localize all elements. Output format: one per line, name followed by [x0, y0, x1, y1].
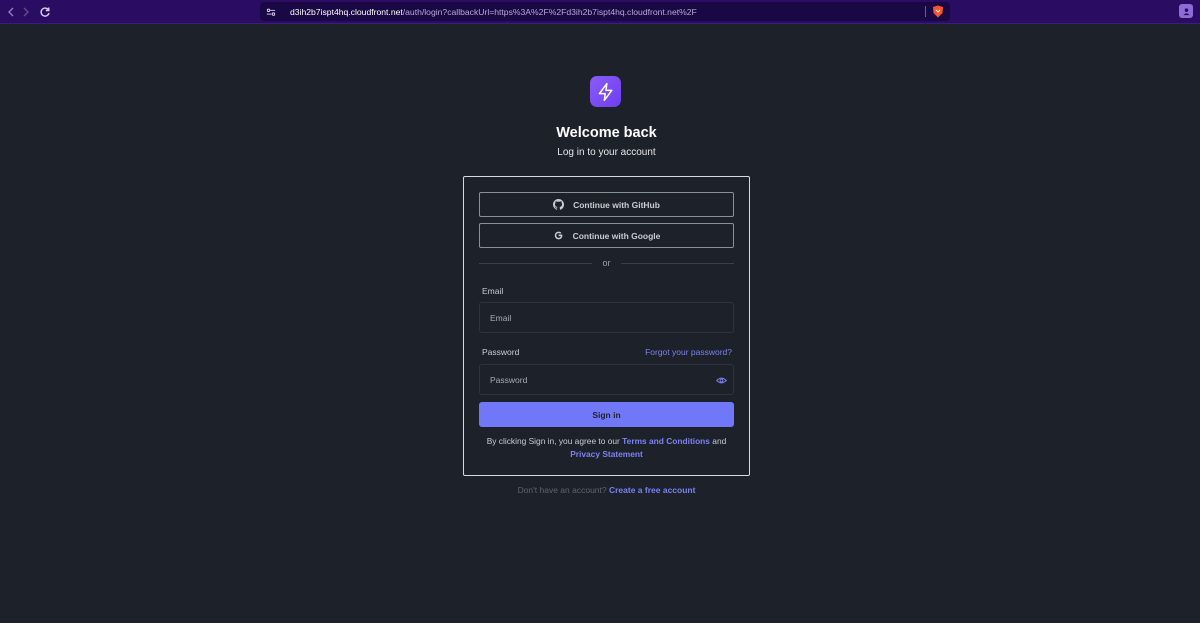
login-card: Continue with GitHub Continue with Googl…	[463, 176, 750, 476]
reload-button[interactable]	[37, 4, 53, 20]
google-login-label: Continue with Google	[572, 230, 661, 241]
page-subtitle: Log in to your account	[557, 147, 656, 158]
lightning-icon	[590, 76, 621, 107]
browser-toolbar: d3ih2b7ispt4hq.cloudfront.net/auth/login…	[0, 0, 1200, 24]
profile-button[interactable]	[1179, 4, 1193, 18]
url-path: /auth/login?callbackUrl=https%3A%2F%2Fd3…	[402, 6, 697, 17]
email-input[interactable]: Email	[479, 302, 734, 333]
create-account-link[interactable]: Create a free account	[609, 485, 695, 495]
email-placeholder: Email	[490, 312, 512, 323]
url-text: d3ih2b7ispt4hq.cloudfront.net/auth/login…	[290, 7, 697, 17]
password-placeholder: Password	[490, 374, 528, 385]
github-icon	[553, 199, 565, 210]
signup-prompt: Don't have an account? Create a free acc…	[0, 485, 1200, 495]
github-login-button[interactable]: Continue with GitHub	[479, 192, 734, 217]
chevron-right-icon	[23, 7, 29, 17]
password-input[interactable]: Password	[479, 364, 734, 395]
google-icon	[554, 231, 562, 240]
eye-icon[interactable]	[716, 375, 727, 386]
email-label: Email	[482, 286, 504, 296]
divider-line-right	[621, 263, 734, 264]
password-label: Password	[482, 347, 520, 357]
reload-icon	[40, 7, 50, 17]
brave-shield-icon[interactable]	[932, 5, 944, 18]
sign-in-button[interactable]: Sign in	[479, 402, 734, 427]
chevron-left-icon	[8, 7, 14, 17]
url-host: d3ih2b7ispt4hq.cloudfront.net	[290, 6, 403, 17]
forgot-password-link[interactable]: Forgot your password?	[645, 347, 732, 357]
privacy-link[interactable]: Privacy Statement	[570, 449, 643, 459]
site-settings-icon[interactable]	[266, 6, 278, 18]
signup-prompt-text: Don't have an account?	[517, 485, 609, 495]
github-login-label: Continue with GitHub	[573, 199, 660, 210]
terms-and: and	[709, 436, 727, 446]
page-title: Welcome back	[556, 125, 657, 141]
profile-icon	[1182, 7, 1190, 15]
url-separator	[925, 6, 926, 17]
back-button[interactable]	[3, 4, 19, 20]
terms-link[interactable]: Terms and Conditions	[622, 436, 710, 446]
google-login-button[interactable]: Continue with Google	[479, 223, 734, 248]
terms-prefix: By clicking Sign in, you agree to our	[486, 436, 623, 446]
address-bar[interactable]: d3ih2b7ispt4hq.cloudfront.net/auth/login…	[260, 2, 950, 21]
terms-notice: By clicking Sign in, you agree to our Te…	[476, 435, 737, 461]
forward-button[interactable]	[18, 4, 34, 20]
